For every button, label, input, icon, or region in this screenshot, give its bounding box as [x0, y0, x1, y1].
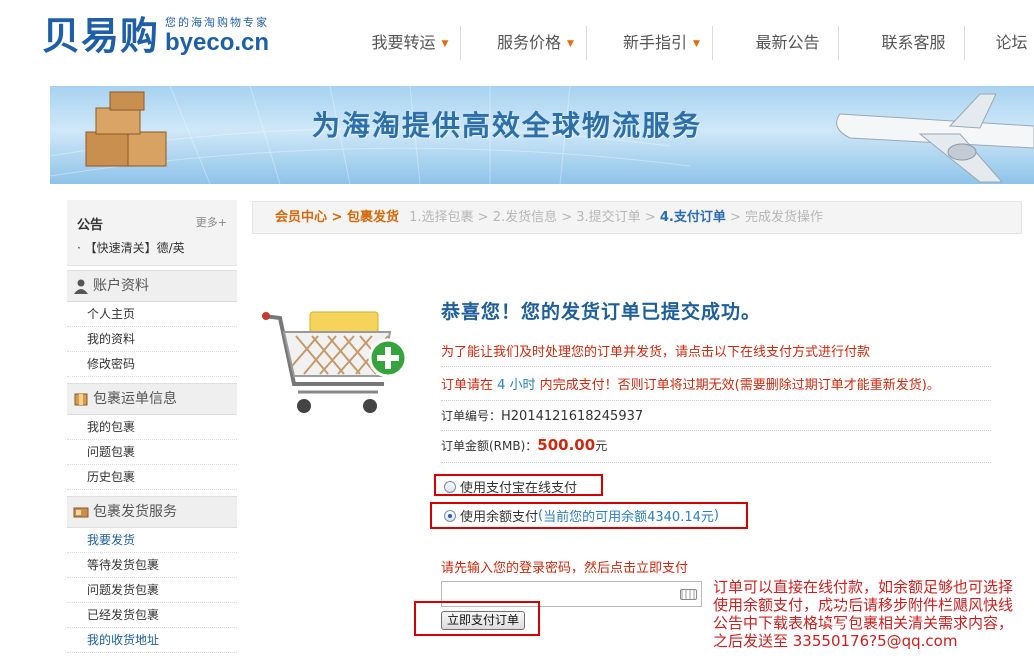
- notice-title: 公告: [77, 218, 104, 233]
- pay-now-button[interactable]: 立即支付订单: [441, 611, 526, 630]
- instruction-annotation: 订单可以直接在线付款，如余额足够也可选择使用余额支付，成功后请移步附件栏飓风快线…: [713, 578, 1014, 650]
- sidebar-item-pending-shipments[interactable]: 等待发货包裹: [67, 553, 237, 578]
- nav-item-forum[interactable]: 论坛: [964, 26, 1034, 60]
- main-nav: 我要转运 ▼ 服务价格 ▼ 新手指引 ▼ 最新公告 联系客服 论坛: [336, 26, 1034, 60]
- deadline-notice: 订单请在 4 小时 内完成支付！否则订单将过期无效(需要删除过期订单才能重新发货…: [441, 378, 940, 393]
- nav-item-forwarding[interactable]: 我要转运 ▼: [336, 26, 460, 60]
- logo-domain: byeco.cn: [165, 29, 270, 56]
- nav-item-contact[interactable]: 联系客服: [838, 26, 964, 60]
- breadcrumb-step-3: 3.提交订单: [576, 210, 641, 225]
- sidebar-item-profile[interactable]: 我的资料: [67, 327, 237, 352]
- divider: [441, 462, 991, 463]
- user-icon: [74, 279, 88, 294]
- available-balance-label: 当前您的可用余额: [543, 510, 648, 525]
- sidebar-item-ship-now[interactable]: 我要发货: [67, 528, 237, 553]
- chevron-down-icon: ▼: [567, 38, 574, 49]
- sidebar-item-home[interactable]: 个人主页: [67, 302, 237, 327]
- sidebar-item-my-packages[interactable]: 我的包裹: [67, 415, 237, 440]
- success-title: 恭喜您！您的发货订单已提交成功。: [441, 301, 762, 323]
- site-logo[interactable]: 贝易购 您的海淘购物专家 byeco.cn: [42, 14, 269, 58]
- divider: [441, 430, 991, 431]
- airplane-illustration: [836, 93, 1034, 183]
- banner-headline: 为海淘提供高效全球物流服务: [312, 109, 703, 142]
- shipping-icon: [73, 507, 89, 518]
- sidebar-item-addresses[interactable]: 我的收货地址: [67, 628, 237, 653]
- breadcrumb-step-2: 2.发货信息: [492, 210, 558, 225]
- payment-prompt: 为了能让我们及时处理您的订单并发货，请点击以下在线支付方式进行付款: [441, 345, 871, 360]
- order-number-value: H2014121618245937: [501, 409, 644, 424]
- radio-alipay[interactable]: [444, 480, 456, 493]
- sidebar-section-header: 包裹发货服务: [67, 496, 237, 528]
- available-balance-value: 4340.14元: [647, 510, 714, 525]
- radio-balance[interactable]: [444, 509, 456, 522]
- order-amount: 订单金额(RMB)：500.00元: [441, 436, 608, 454]
- sidebar-item-history-packages[interactable]: 历史包裹: [67, 465, 237, 490]
- payment-option-balance[interactable]: 使用余额支付(当前您的可用余额 4340.14元): [444, 506, 719, 525]
- sidebar-section-header: 包裹运单信息: [67, 383, 237, 415]
- sidebar-item-problem-packages[interactable]: 问题包裹: [67, 440, 237, 465]
- sidebar-section-header: 账户资料: [67, 270, 237, 302]
- order-amount-value: 500.00: [537, 436, 596, 454]
- chevron-down-icon: ▼: [441, 38, 449, 49]
- notice-more-link[interactable]: 更多+: [196, 214, 227, 233]
- breadcrumb-step-5: 完成发货操作: [745, 210, 824, 225]
- shopping-cart-icon: [262, 311, 408, 413]
- nav-item-announcements[interactable]: 最新公告: [712, 26, 838, 60]
- notice-panel: 公告 更多+ · 【快速清关】德/英: [67, 200, 237, 266]
- sidebar-section-account: 账户资料 个人主页 我的资料 修改密码: [67, 270, 237, 377]
- order-number: 订单编号：H2014121618245937: [441, 409, 644, 424]
- sidebar-section-packages: 包裹运单信息 我的包裹 问题包裹 历史包裹: [67, 383, 237, 490]
- package-icon: [74, 393, 88, 406]
- member-sidebar: 公告 更多+ · 【快速清关】德/英 账户资料 个人主页 我的资料 修改密码 包…: [67, 200, 237, 653]
- promo-banner: 为海淘提供高效全球物流服务: [50, 86, 1034, 184]
- nav-item-pricing[interactable]: 服务价格 ▼: [460, 26, 586, 60]
- breadcrumb-step-4-current: 4.支付订单: [659, 210, 726, 225]
- breadcrumb-step-1: 1.选择包裹: [409, 210, 474, 225]
- sidebar-item-shipped[interactable]: 已经发货包裹: [67, 603, 237, 628]
- sidebar-item-problem-shipments[interactable]: 问题发货包裹: [67, 578, 237, 603]
- boxes-illustration: [85, 91, 167, 167]
- site-header: 贝易购 您的海淘购物专家 byeco.cn 我要转运 ▼ 服务价格 ▼ 新手指引 ▼ …: [0, 0, 1034, 86]
- breadcrumb-package-shipping[interactable]: 包裹发货: [347, 210, 399, 225]
- logo-chinese-name: 贝易购: [42, 14, 160, 58]
- divider: [441, 400, 991, 401]
- divider: [441, 366, 991, 367]
- sidebar-section-shipping: 包裹发货服务 我要发货 等待发货包裹 问题发货包裹 已经发货包裹 我的收货地址: [67, 496, 237, 653]
- keyboard-icon[interactable]: [680, 589, 697, 600]
- sidebar-item-change-password[interactable]: 修改密码: [67, 352, 237, 377]
- logo-slogan: 您的海淘购物专家: [165, 16, 270, 29]
- breadcrumb: 会员中心 > 包裹发货 1.选择包裹 > 2.发货信息 > 3.提交订单 > 4…: [252, 201, 1022, 234]
- nav-item-guide[interactable]: 新手指引 ▼: [586, 26, 712, 60]
- notice-item[interactable]: · 【快速清关】德/英: [77, 239, 227, 256]
- chevron-down-icon: ▼: [693, 38, 700, 49]
- payment-option-alipay[interactable]: 使用支付宝在线支付: [444, 477, 577, 496]
- deadline-hours: 4 小时: [497, 378, 536, 393]
- password-prompt: 请先输入您的登录密码，然后点击立即支付: [441, 561, 689, 576]
- watermark-logo: [822, 602, 852, 626]
- breadcrumb-member-center[interactable]: 会员中心: [275, 210, 327, 225]
